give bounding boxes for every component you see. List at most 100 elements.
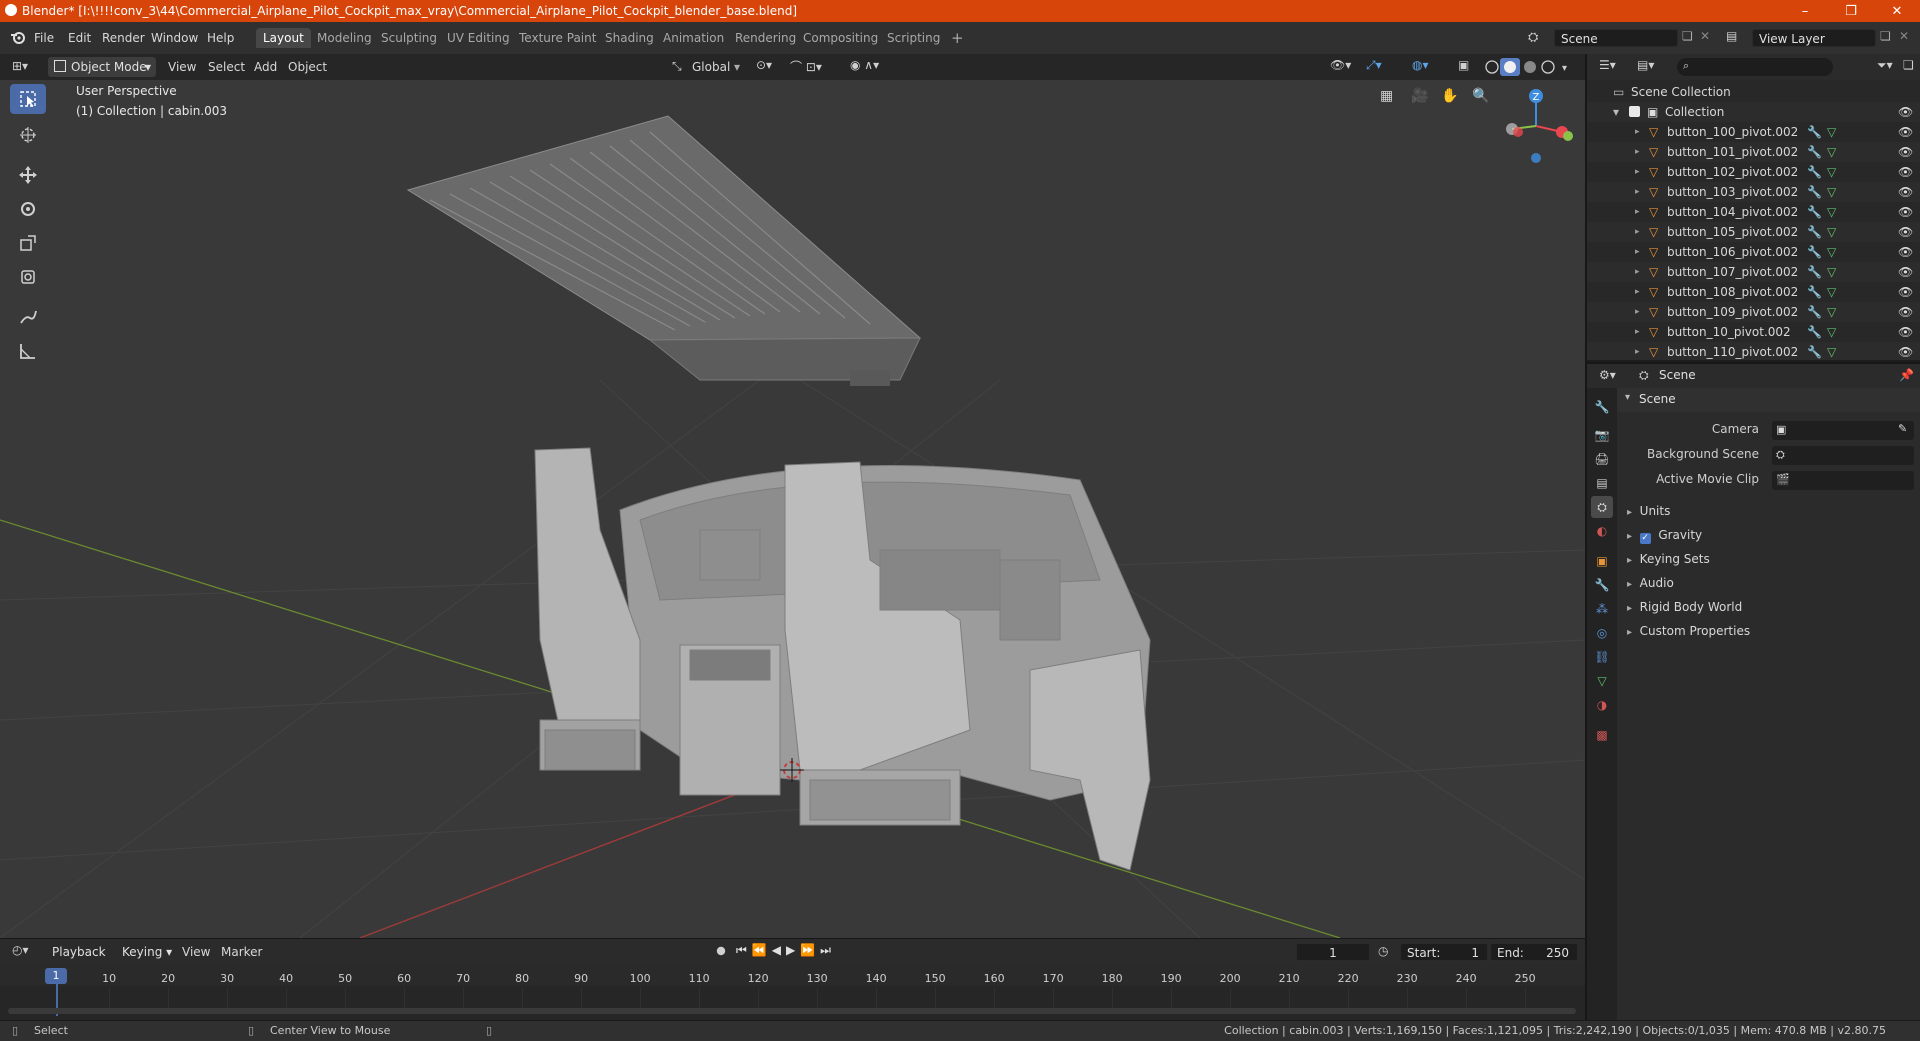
scene-browse-icon[interactable]: ⛭ (1528, 30, 1544, 46)
viewport-menu-view[interactable]: View (168, 58, 196, 76)
background-scene-field[interactable]: ⛭ (1772, 446, 1914, 465)
transform-orientation-dropdown[interactable]: Global (692, 58, 730, 76)
record-icon[interactable] (716, 946, 726, 956)
mesh-data-icon[interactable]: ▽ (1827, 122, 1836, 142)
rotate-tool[interactable] (10, 194, 46, 224)
scene-panel-header[interactable]: ▾ Scene (1617, 388, 1920, 412)
outliner-item[interactable]: ▸ ▽ button_102_pivot.002 🔧 ▽ 👁 (1587, 162, 1920, 182)
outliner-item[interactable]: ▸ ▽ button_103_pivot.002 🔧 ▽ 👁 (1587, 182, 1920, 202)
object-data-tab-icon[interactable]: ▽ (1591, 670, 1613, 692)
outliner-item[interactable]: ▸ ▽ button_107_pivot.002 🔧 ▽ 👁 (1587, 262, 1920, 282)
mesh-data-icon[interactable]: ▽ (1827, 202, 1836, 222)
eye-icon[interactable]: 👁 (1898, 122, 1913, 142)
tab-shading[interactable]: Shading (598, 28, 661, 48)
scene-tab-icon[interactable]: ⛭ (1591, 496, 1613, 518)
scale-tool[interactable] (10, 228, 46, 258)
shading-mode-buttons[interactable]: ▾ (1484, 58, 1584, 76)
timeline-scrubber[interactable]: 1 10 20 30 40 50 60 70 80 90 100 110 120 130 140 150 16… (0, 964, 1585, 1020)
mesh-data-icon[interactable]: ▽ (1827, 242, 1836, 262)
eye-icon[interactable]: 👁 (1898, 222, 1913, 242)
remove-scene-icon[interactable]: ✕ (1700, 29, 1714, 45)
expand-arrow-icon[interactable]: ▾ (1613, 102, 1619, 122)
modifier-wrench-icon[interactable]: 🔧 (1807, 162, 1822, 182)
render-tab-icon[interactable]: 📷 (1591, 424, 1613, 446)
material-tab-icon[interactable]: ◑ (1591, 694, 1613, 716)
editor-type-icon[interactable]: ⊞▾ (12, 59, 40, 75)
eye-icon[interactable]: 👁 (1898, 182, 1913, 202)
eye-icon[interactable]: 👁 (1898, 202, 1913, 222)
menu-edit[interactable]: Edit (68, 29, 91, 47)
tab-rendering[interactable]: Rendering (728, 28, 803, 48)
select-box-tool[interactable] (10, 84, 46, 114)
minimize-button[interactable]: – (1782, 0, 1828, 22)
mesh-data-icon[interactable]: ▽ (1827, 182, 1836, 202)
outliner-editor-type-icon[interactable]: ☰▾ (1599, 58, 1627, 76)
outliner-item[interactable]: ▸ ▽ button_100_pivot.002 🔧 ▽ 👁 (1587, 122, 1920, 142)
outliner-scene-collection[interactable]: ▭ Scene Collection (1587, 82, 1920, 102)
collection-checkbox[interactable] (1629, 106, 1640, 117)
expand-arrow-icon[interactable]: ▸ (1635, 322, 1640, 342)
expand-arrow-icon[interactable]: ▸ (1635, 142, 1640, 162)
outliner-item[interactable]: ▸ ▽ button_106_pivot.002 🔧 ▽ 👁 (1587, 242, 1920, 262)
expand-arrow-icon[interactable]: ▸ (1635, 262, 1640, 282)
menu-help[interactable]: Help (207, 29, 234, 47)
mesh-data-icon[interactable]: ▽ (1827, 162, 1836, 182)
output-tab-icon[interactable]: 🖨 (1591, 448, 1613, 470)
timeline-menu-view[interactable]: View (182, 943, 210, 961)
eye-icon[interactable]: 👁 (1898, 102, 1913, 122)
tab-compositing[interactable]: Compositing (796, 28, 885, 48)
gizmo-toggle-icon[interactable]: ⤢▾ (1366, 58, 1396, 76)
playback-controls[interactable]: ⏮⏪◀▶⏩⏭ (736, 943, 852, 961)
ortho-grid-icon[interactable]: ▦ (1380, 88, 1400, 108)
view-layer-field[interactable]: View Layer (1752, 29, 1876, 47)
modifier-wrench-icon[interactable]: 🔧 (1807, 262, 1822, 282)
custom-properties-panel[interactable]: ▸ Custom Properties (1627, 621, 1750, 641)
properties-editor-type-icon[interactable]: ⚙▾ (1599, 368, 1627, 386)
expand-arrow-icon[interactable]: ▸ (1635, 342, 1640, 360)
annotate-tool[interactable] (10, 302, 46, 332)
transform-tool[interactable] (10, 262, 46, 292)
expand-arrow-icon[interactable]: ▸ (1635, 302, 1640, 322)
world-tab-icon[interactable]: ◐ (1591, 520, 1613, 542)
viewport-menu-select[interactable]: Select (208, 58, 245, 76)
modifier-wrench-icon[interactable]: 🔧 (1807, 222, 1822, 242)
eye-icon[interactable]: 👁 (1898, 242, 1913, 262)
cursor-tool[interactable] (10, 120, 46, 150)
3d-viewport[interactable]: User Perspective (1) Collection | cabin.… (0, 80, 1585, 938)
outliner-item[interactable]: ▸ ▽ button_101_pivot.002 🔧 ▽ 👁 (1587, 142, 1920, 162)
keying-sets-panel[interactable]: ▸ Keying Sets (1627, 549, 1710, 569)
pin-icon[interactable]: 📌 (1899, 368, 1914, 382)
constraints-tab-icon[interactable]: ⛓ (1591, 646, 1613, 668)
expand-arrow-icon[interactable]: ▸ (1635, 182, 1640, 202)
menu-file[interactable]: File (34, 29, 54, 47)
outliner-collection[interactable]: ▾ ▣ Collection 👁 (1587, 102, 1920, 122)
eye-icon[interactable]: 👁 (1898, 322, 1913, 342)
eye-icon[interactable]: 👁 (1898, 282, 1913, 302)
modifier-wrench-icon[interactable]: 🔧 (1807, 182, 1822, 202)
rigid-body-world-panel[interactable]: ▸ Rigid Body World (1627, 597, 1742, 617)
measure-tool[interactable] (10, 336, 46, 366)
playback-menu[interactable]: Playback ▾ (46, 942, 114, 979)
eye-icon[interactable]: 👁 (1898, 302, 1913, 322)
proportional-editing-icon[interactable]: ◉ ∧▾ (850, 58, 900, 76)
texture-tab-icon[interactable]: ▩ (1591, 724, 1613, 746)
outliner-item[interactable]: ▸ ▽ button_10_pivot.002 🔧 ▽ 👁 (1587, 322, 1920, 342)
eye-icon[interactable]: 👁 (1898, 142, 1913, 162)
snap-icon[interactable]: ⌒ ⊡▾ (790, 58, 850, 76)
tab-uv-editing[interactable]: UV Editing (440, 28, 517, 48)
filter-icon[interactable]: ⏷▾ (1877, 58, 1905, 76)
tab-scripting[interactable]: Scripting (880, 28, 947, 48)
tab-modeling[interactable]: Modeling (310, 28, 379, 48)
active-movie-clip-field[interactable]: 🎬 (1772, 471, 1914, 490)
modifier-wrench-icon[interactable]: 🔧 (1807, 202, 1822, 222)
mesh-data-icon[interactable]: ▽ (1827, 222, 1836, 242)
outliner-item[interactable]: ▸ ▽ button_110_pivot.002 🔧 ▽ 👁 (1587, 342, 1920, 360)
object-tab-icon[interactable]: ▣ (1591, 550, 1613, 572)
preview-range-icon[interactable]: ◷ (1378, 944, 1394, 960)
navigation-gizmo[interactable]: Z (1498, 84, 1574, 170)
expand-arrow-icon[interactable]: ▸ (1635, 242, 1640, 262)
timeline-scrollbar[interactable] (8, 1008, 1576, 1014)
move-tool[interactable] (10, 160, 46, 190)
view-layer-browse-icon[interactable]: ▤ (1726, 29, 1742, 45)
modifier-wrench-icon[interactable]: 🔧 (1807, 322, 1822, 342)
